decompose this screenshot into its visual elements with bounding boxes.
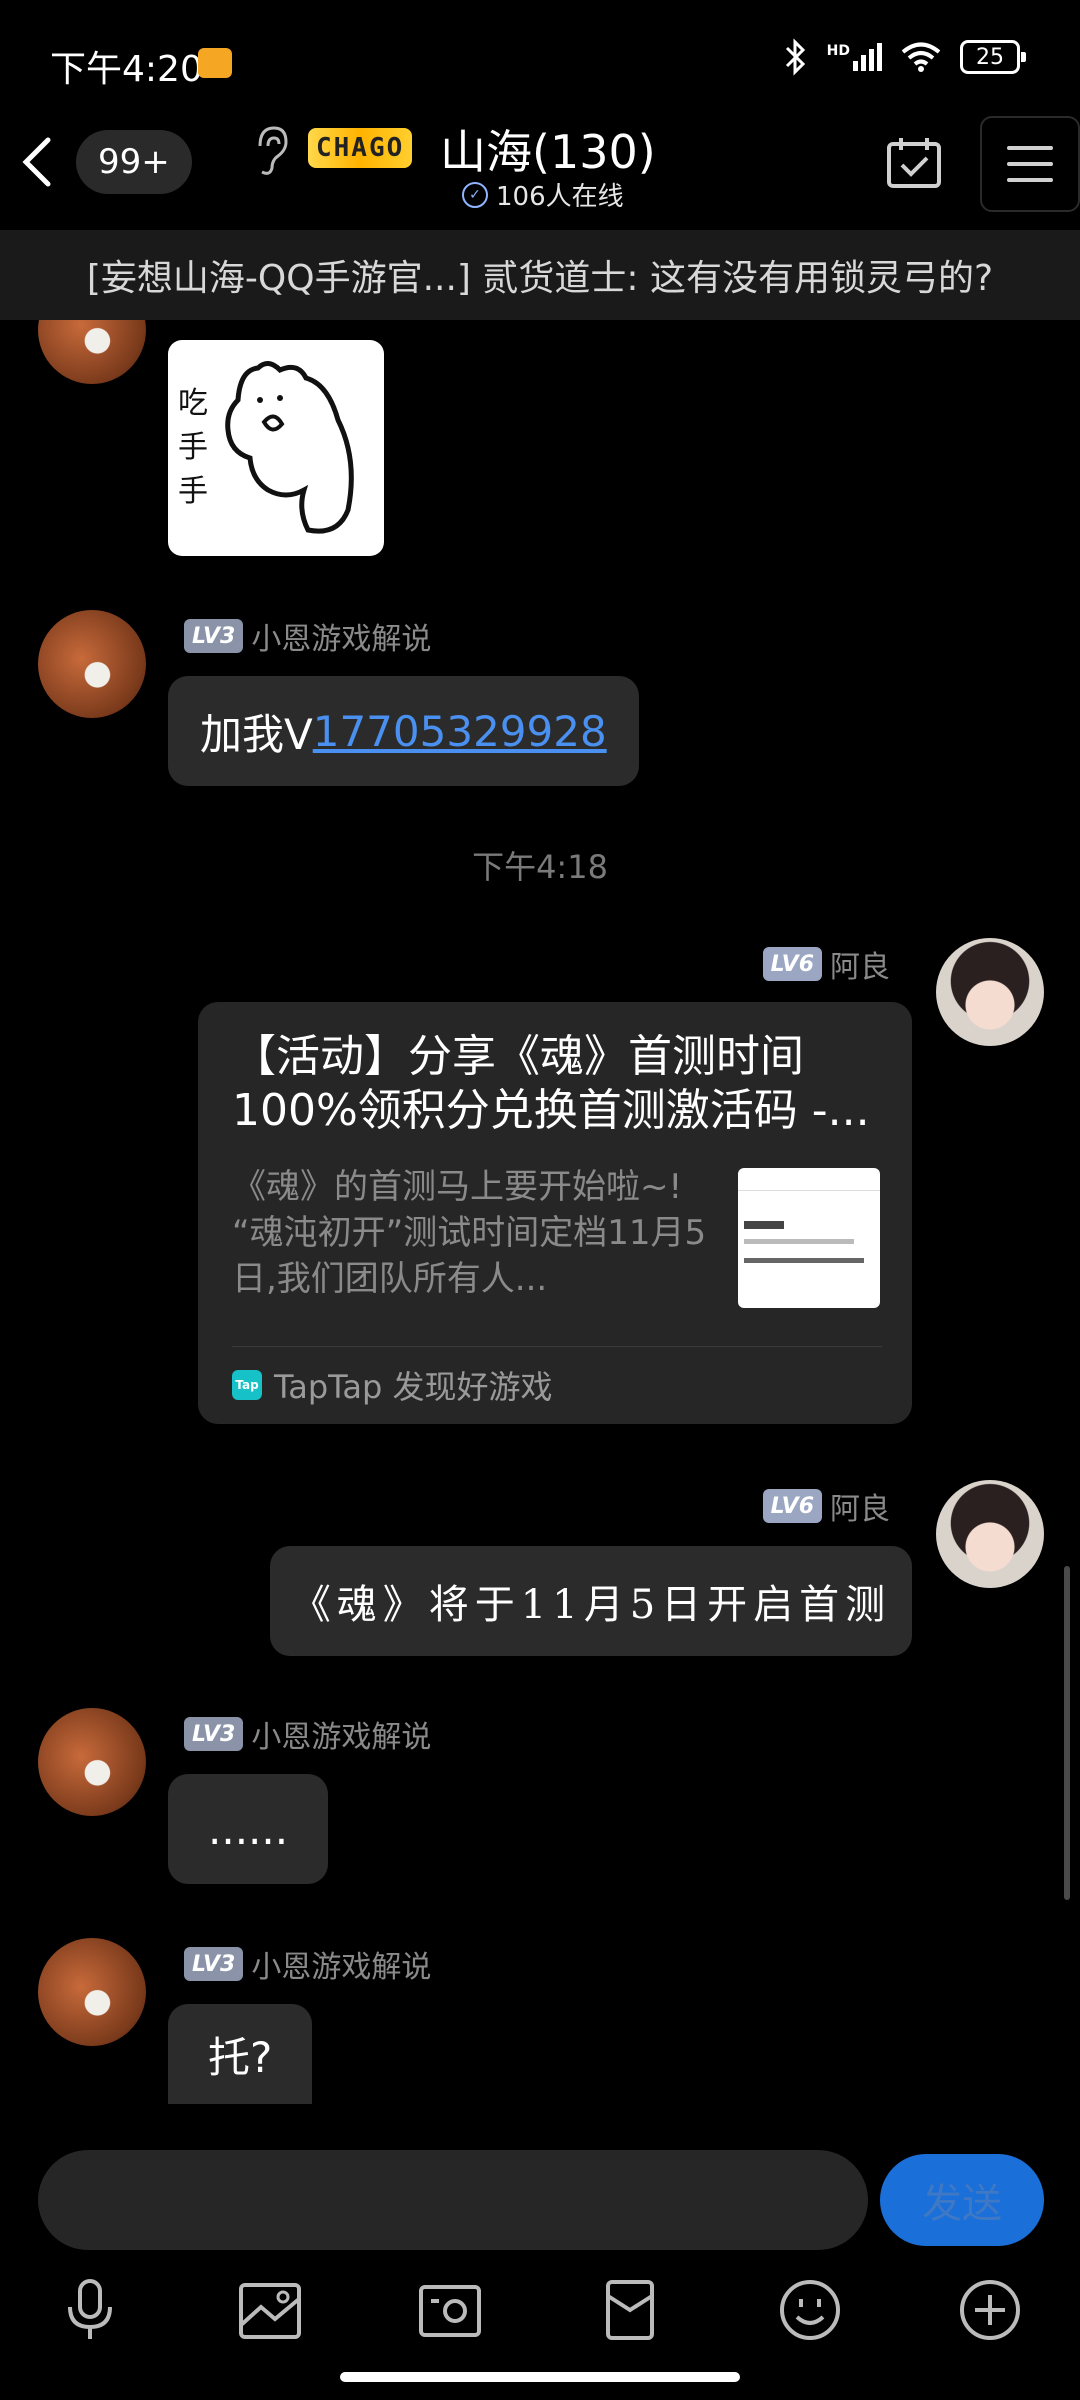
- sender-info: LV3 小恩游戏解说: [184, 1942, 431, 1986]
- message-text: 加我V: [200, 709, 313, 759]
- wifi-icon: [901, 42, 941, 72]
- avatar[interactable]: [38, 1938, 146, 2046]
- menu-line: [1007, 162, 1053, 166]
- sticker-message[interactable]: 吃手手: [168, 340, 384, 556]
- card-thumbnail: [738, 1168, 880, 1308]
- card-description: 《魂》的首测马上要开始啦~! “魂沌初开”测试时间定档11月5日,我们团队所有人…: [232, 1167, 707, 1299]
- avatar[interactable]: [38, 610, 146, 718]
- taptap-icon: Tap: [232, 1370, 262, 1400]
- message-bubble[interactable]: 托?: [168, 2004, 313, 2104]
- input-toolbar: [0, 2270, 1080, 2350]
- menu-button[interactable]: [980, 116, 1080, 212]
- level-badge: LV3: [184, 1717, 244, 1751]
- menu-line: [1007, 178, 1053, 182]
- phone-link[interactable]: 17705329928: [313, 707, 607, 756]
- card-title: 【活动】分享《魂》首测时间100%领积分兑换首测激活码 -...: [232, 1031, 870, 1136]
- plus-icon[interactable]: [950, 2270, 1030, 2350]
- online-check-icon: ✓: [462, 181, 488, 208]
- time-separator: 下午4:18: [472, 848, 608, 886]
- bluetooth-icon: [785, 38, 805, 76]
- card-source-label: TapTap 发现好游戏: [274, 1368, 553, 1406]
- self-avatar[interactable]: [936, 938, 1044, 1046]
- battery-icon: 25: [960, 40, 1026, 74]
- self-avatar[interactable]: [936, 1480, 1044, 1588]
- sticker-caption: 吃手手: [178, 386, 208, 509]
- share-card[interactable]: 【活动】分享《魂》首测时间100%领积分兑换首测激活码 -... 《魂》的首测马…: [198, 1002, 912, 1424]
- signal-icon: HD: [827, 43, 882, 71]
- level-badge: LV6: [762, 947, 822, 981]
- message-input[interactable]: [38, 2150, 868, 2250]
- online-status[interactable]: ✓ 106人在线: [462, 176, 624, 213]
- sender-name[interactable]: 小恩游戏解说: [251, 1712, 431, 1756]
- calendar-check-icon[interactable]: [884, 134, 944, 190]
- unread-count-badge[interactable]: 99+: [76, 130, 192, 194]
- sender-info: LV3 小恩游戏解说: [184, 614, 431, 658]
- message-bubble[interactable]: 《魂》将于11月5日开启首测: [270, 1546, 912, 1656]
- mic-icon[interactable]: [50, 2270, 130, 2350]
- message-text: ......: [208, 1804, 289, 1854]
- notification-app-icon: [198, 48, 232, 78]
- status-indicators: HD 25: [783, 38, 1026, 76]
- image-icon[interactable]: [230, 2270, 310, 2350]
- send-button[interactable]: 发送: [880, 2154, 1044, 2246]
- level-badge: LV6: [762, 1489, 822, 1523]
- group-notice-bar[interactable]: [妄想山海-QQ手游官...] 贰货道士: 这有没有用锁灵弓的?: [0, 230, 1080, 320]
- card-source: Tap TapTap 发现好游戏: [232, 1362, 553, 1408]
- emoji-icon[interactable]: [770, 2270, 850, 2350]
- sender-info: LV6 阿良: [762, 1484, 890, 1528]
- status-time: 下午4:20: [50, 49, 203, 90]
- message-text: 《魂》将于11月5日开启首测: [290, 1582, 892, 1628]
- sender-name[interactable]: 小恩游戏解说: [251, 614, 431, 658]
- camera-icon[interactable]: [410, 2270, 490, 2350]
- message-bubble[interactable]: ......: [168, 1774, 329, 1884]
- scrollbar[interactable]: [1064, 1566, 1070, 1900]
- card-divider: [232, 1346, 882, 1347]
- level-badge: LV3: [184, 619, 244, 653]
- back-arrow-icon[interactable]: [14, 132, 64, 192]
- sender-name[interactable]: 阿良: [830, 1484, 890, 1528]
- sender-name[interactable]: 小恩游戏解说: [251, 1942, 431, 1986]
- level-badge: LV3: [184, 1947, 244, 1981]
- message-text: 托?: [208, 2032, 273, 2082]
- home-indicator[interactable]: [340, 2372, 740, 2382]
- ear-icon[interactable]: [250, 120, 290, 180]
- avatar[interactable]: [38, 1708, 146, 1816]
- message-bubble[interactable]: 加我V 17705329928: [168, 676, 639, 786]
- online-count: 106人在线: [496, 182, 624, 212]
- menu-line: [1007, 146, 1053, 150]
- group-logo: CHAGO: [308, 128, 413, 168]
- red-packet-icon[interactable]: [590, 2270, 670, 2350]
- sender-name[interactable]: 阿良: [830, 942, 890, 986]
- sender-info: LV6 阿良: [762, 942, 890, 986]
- sender-info: LV3 小恩游戏解说: [184, 1712, 431, 1756]
- group-name[interactable]: 山海(130): [440, 116, 656, 182]
